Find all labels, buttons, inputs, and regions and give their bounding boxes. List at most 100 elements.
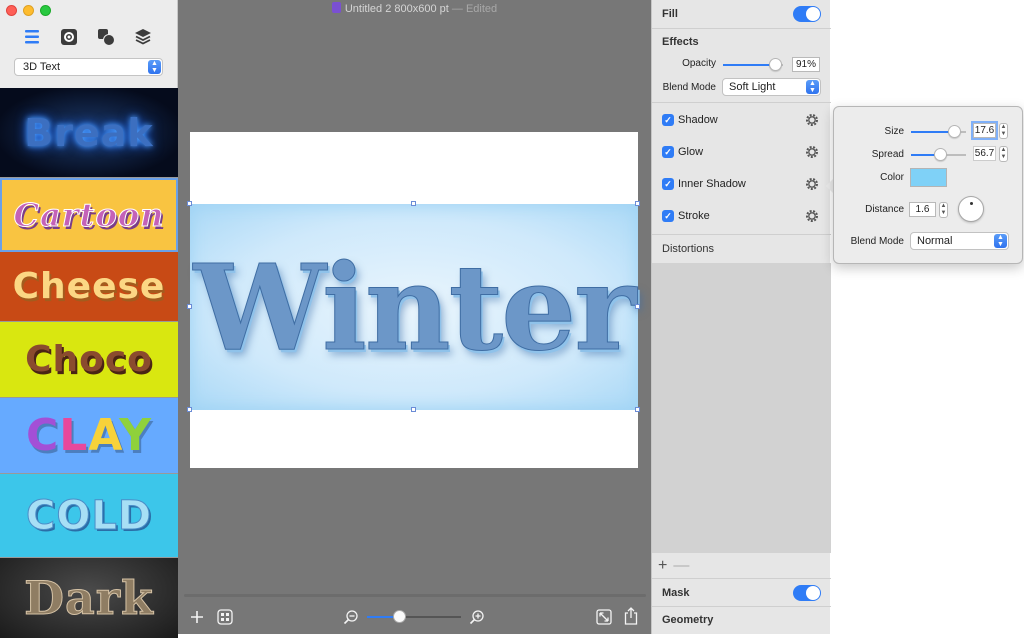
style-item-dark[interactable]: Dark	[0, 558, 178, 638]
divider	[652, 28, 831, 29]
style-item-choco[interactable]: Choco	[0, 322, 178, 398]
style-item-label: Dark	[24, 571, 154, 626]
effect-shadow-row[interactable]: ✓ Shadow	[662, 113, 718, 127]
spread-stepper[interactable]: ▲ ▼	[999, 146, 1008, 162]
mask-toggle[interactable]	[793, 585, 821, 601]
inner-shadow-checkbox[interactable]: ✓	[662, 178, 674, 190]
opacity-value[interactable]: 91%	[792, 57, 820, 72]
remove-effect-icon[interactable]: —	[673, 557, 689, 575]
size-slider-knob[interactable]	[948, 125, 961, 138]
resize-handle[interactable]	[187, 407, 192, 412]
canvas-bottom-toolbar	[178, 606, 651, 628]
blend-mode-label: Blend Mode	[662, 82, 716, 93]
layers-icon[interactable]	[133, 27, 153, 47]
effect-add-remove: + —	[658, 557, 689, 575]
geometry-section[interactable]: Geometry	[652, 614, 831, 626]
shadow-checkbox[interactable]: ✓	[662, 114, 674, 126]
resize-handle[interactable]	[411, 407, 416, 412]
close-window-button[interactable]	[6, 5, 17, 16]
effect-label: Shadow	[678, 114, 718, 126]
style-list: Break Cartoon Cheese Choco CLAY COLD Dar…	[0, 88, 178, 638]
window-title: Untitled 2 800x600 pt — Edited	[178, 2, 651, 15]
divider	[652, 102, 831, 103]
distortions-section[interactable]: Distortions	[652, 243, 831, 255]
distance-value-field[interactable]: 1.6	[909, 202, 936, 217]
spread-label: Spread	[871, 149, 904, 160]
style-item-label: Cartoon	[13, 196, 165, 235]
clay-letter: L	[59, 410, 89, 461]
angle-dial[interactable]	[958, 196, 984, 222]
size-stepper[interactable]: ▲ ▼	[999, 123, 1008, 139]
inspector-panel: Fill Effects Opacity 91% Blend Mode Soft…	[651, 0, 831, 634]
inner-shadow-color-well[interactable]	[910, 168, 947, 187]
style-item-label: Choco	[25, 339, 153, 380]
divider	[652, 606, 831, 607]
blend-mode-value: Soft Light	[729, 81, 776, 93]
image-layer[interactable]: Winter	[190, 204, 638, 410]
resize-handle[interactable]	[635, 407, 640, 412]
shapes-icon[interactable]	[96, 27, 116, 47]
resize-handle[interactable]	[411, 201, 416, 206]
popover-blend-mode-select[interactable]: Normal ▲ ▼	[910, 232, 1009, 250]
distance-stepper[interactable]: ▲ ▼	[939, 202, 948, 218]
list-icon[interactable]	[22, 27, 42, 47]
shadow-settings-gear-icon[interactable]	[804, 112, 820, 128]
zoom-out-icon[interactable]	[342, 608, 360, 626]
style-item-cartoon[interactable]: Cartoon	[0, 178, 178, 252]
stroke-checkbox[interactable]: ✓	[662, 210, 674, 222]
fill-label: Fill	[662, 8, 678, 20]
resize-handle[interactable]	[635, 201, 640, 206]
style-sidebar: 3D Text ▲ ▼ Break Cartoon Cheese Choco CL…	[0, 0, 178, 638]
blend-mode-select[interactable]: Soft Light ▲ ▼	[722, 78, 821, 96]
style-item-cold[interactable]: COLD	[0, 474, 178, 558]
style-item-label: Break	[24, 110, 154, 155]
stroke-settings-gear-icon[interactable]	[804, 208, 820, 224]
resize-handle[interactable]	[635, 304, 640, 309]
color-label: Color	[880, 172, 904, 183]
fill-toggle[interactable]	[793, 6, 821, 22]
zoom-window-button[interactable]	[40, 5, 51, 16]
spread-slider-knob[interactable]	[934, 148, 947, 161]
effect-glow-row[interactable]: ✓ Glow	[662, 145, 703, 159]
glow-checkbox[interactable]: ✓	[662, 146, 674, 158]
category-select-value: 3D Text	[23, 61, 61, 73]
canvas-text[interactable]: Winter	[190, 204, 638, 410]
add-effect-icon[interactable]: +	[658, 557, 667, 575]
resize-handle[interactable]	[187, 304, 192, 309]
resize-handle[interactable]	[187, 201, 192, 206]
style-item-clay[interactable]: CLAY	[0, 398, 178, 474]
zoom-slider-knob[interactable]	[393, 610, 406, 623]
add-icon[interactable]	[188, 608, 206, 626]
chevron-updown-icon: ▲ ▼	[994, 234, 1007, 248]
divider	[652, 234, 831, 235]
popover-blend-mode-value: Normal	[917, 235, 953, 247]
window-controls	[6, 5, 51, 16]
style-item-break[interactable]: Break	[0, 88, 178, 178]
size-label: Size	[884, 126, 904, 137]
share-icon[interactable]	[622, 606, 640, 626]
zoom-in-icon[interactable]	[468, 608, 486, 626]
size-value-field[interactable]: 17.6	[971, 121, 998, 140]
effect-stroke-row[interactable]: ✓ Stroke	[662, 209, 710, 223]
effect-inner-shadow-row[interactable]: ✓ Inner Shadow	[662, 177, 746, 191]
style-item-label: COLD	[25, 492, 153, 539]
window-title-text: Untitled 2 800x600 pt	[344, 3, 449, 15]
style-item-cheese[interactable]: Cheese	[0, 252, 178, 322]
opacity-label: Opacity	[682, 58, 716, 69]
minimize-window-button[interactable]	[23, 5, 34, 16]
inner-shadow-settings-gear-icon[interactable]	[804, 176, 820, 192]
spread-value-field[interactable]: 56.7	[973, 146, 996, 161]
glow-settings-gear-icon[interactable]	[804, 144, 820, 160]
gear-box-icon[interactable]	[59, 27, 79, 47]
style-item-label: Cheese	[12, 266, 166, 307]
horizontal-scrollbar[interactable]	[184, 594, 646, 597]
app-window: 3D Text ▲ ▼ Break Cartoon Cheese Choco CL…	[0, 0, 831, 638]
fit-to-window-icon[interactable]	[595, 608, 613, 626]
opacity-slider-knob[interactable]	[769, 58, 782, 71]
document-canvas[interactable]: Winter	[187, 132, 640, 468]
mask-label: Mask	[662, 587, 690, 599]
clay-letter: Y	[119, 410, 153, 461]
effects-list-area	[652, 263, 831, 553]
grid-icon[interactable]	[216, 608, 234, 626]
category-select[interactable]: 3D Text ▲ ▼	[14, 58, 163, 76]
